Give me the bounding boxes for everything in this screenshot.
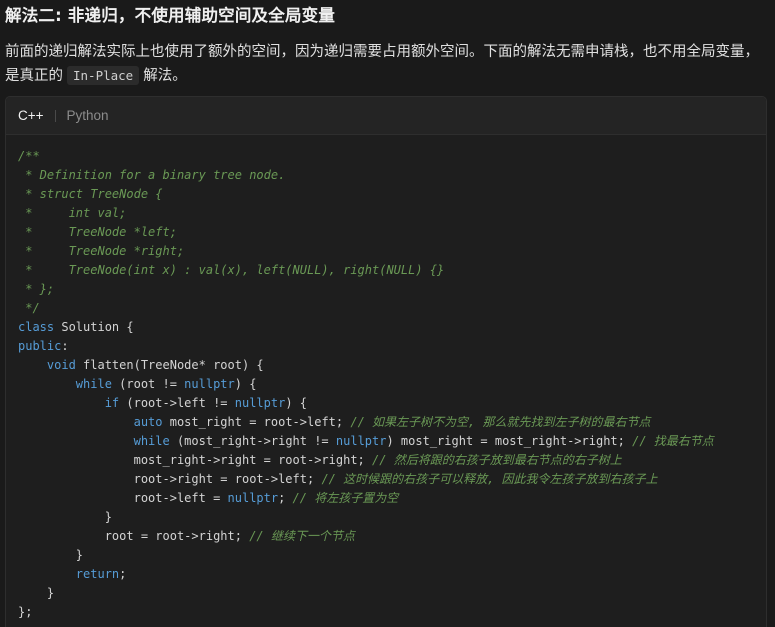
code-comment: // 如果左子树不为空, 那么就先找到左子树的最右节点: [350, 415, 651, 429]
code-comment: * int val;: [18, 206, 127, 220]
inline-code-in-place: In-Place: [67, 66, 140, 85]
code-keyword: class: [18, 320, 55, 334]
code-text: root->left =: [18, 491, 228, 505]
code-comment: // 然后将跟的右孩子放到最右节点的右子树上: [372, 453, 622, 467]
code-text: root = root->right;: [18, 529, 250, 543]
code-text: most_right->right = root->right;: [18, 453, 373, 467]
code-keyword: while: [75, 377, 112, 391]
code-line: root->left = nullptr; // 将左孩子置为空: [18, 489, 714, 508]
code-line: };: [18, 603, 714, 622]
code-line: * TreeNode *right;: [18, 242, 714, 261]
code-text: }: [18, 586, 55, 600]
code-text: }: [18, 510, 112, 524]
intro-text-part2: 解法。: [143, 68, 187, 84]
code-keyword: auto: [133, 415, 163, 429]
tab-python[interactable]: Python: [66, 108, 110, 123]
code-text: ;: [278, 491, 293, 505]
code-keyword: public: [18, 339, 62, 353]
code-keyword: return: [75, 567, 120, 581]
code-comment: /**: [18, 149, 40, 163]
code-line: auto most_right = root->left; // 如果左子树不为…: [18, 413, 714, 432]
section-title: 解法二: 非递归，不使用辅助空间及全局变量: [5, 6, 336, 25]
code-line: public:: [18, 337, 714, 356]
code-line: }: [18, 508, 714, 527]
code-keyword: void: [46, 358, 76, 372]
code-text: ) most_right = most_right->right;: [386, 434, 633, 448]
code-keyword: nullptr: [234, 396, 286, 410]
code-comment: * Definition for a binary tree node.: [18, 168, 286, 182]
code-comment: * struct TreeNode {: [18, 187, 163, 201]
code-line: return;: [18, 565, 714, 584]
code-keyword: nullptr: [227, 491, 279, 505]
code-comment: * TreeNode *left;: [18, 225, 177, 239]
code-text: root->right = root->left;: [18, 472, 322, 486]
code-comment: // 这时候跟的右孩子可以释放, 因此我令左孩子放到右孩子上: [321, 472, 658, 486]
code-line: while (most_right->right != nullptr) mos…: [18, 432, 714, 451]
code-comment: * TreeNode *right;: [18, 244, 185, 258]
code-line: void flatten(TreeNode* root) {: [18, 356, 714, 375]
code-text: flatten(TreeNode* root) {: [75, 358, 264, 372]
tab-divider: [54, 109, 56, 122]
code-comment: * };: [18, 282, 55, 296]
code-text: Solution {: [54, 320, 134, 334]
code-text: (root->left !=: [119, 396, 235, 410]
code-line: * struct TreeNode {: [18, 185, 714, 204]
code-text: most_right = root->left;: [162, 415, 351, 429]
code-keyword: while: [133, 434, 170, 448]
code-block: C++ Python /** * Definition for a binary…: [5, 96, 767, 627]
code-line: class Solution {: [18, 318, 714, 337]
code-text: };: [18, 605, 33, 619]
code-comment: // 将左孩子置为空: [292, 491, 399, 505]
code-text: ) {: [285, 396, 308, 410]
code-line: * int val;: [18, 204, 714, 223]
code-line: * TreeNode(int x) : val(x), left(NULL), …: [18, 261, 714, 280]
tab-cpp[interactable]: C++: [17, 108, 45, 123]
code-line: root = root->right; // 继续下一个节点: [18, 527, 714, 546]
code-keyword: nullptr: [335, 434, 387, 448]
code-content[interactable]: /** * Definition for a binary tree node.…: [18, 147, 714, 622]
code-line: most_right->right = root->right; // 然后将跟…: [18, 451, 714, 470]
code-text: (most_right->right !=: [169, 434, 336, 448]
code-line: * Definition for a binary tree node.: [18, 166, 714, 185]
code-line: }: [18, 546, 714, 565]
code-text: (root !=: [111, 377, 185, 391]
code-line: while (root != nullptr) {: [18, 375, 714, 394]
code-line: root->right = root->left; // 这时候跟的右孩子可以释…: [18, 470, 714, 489]
code-text: :: [61, 339, 69, 353]
code-line: * TreeNode *left;: [18, 223, 714, 242]
code-line: if (root->left != nullptr) {: [18, 394, 714, 413]
code-comment: */: [18, 301, 40, 315]
code-text: ;: [119, 567, 127, 581]
language-tabbar: C++ Python: [6, 97, 766, 135]
code-comment: // 找最右节点: [632, 434, 714, 448]
code-line: */: [18, 299, 714, 318]
code-text: ) {: [234, 377, 257, 391]
code-text: }: [18, 548, 84, 562]
code-keyword: nullptr: [184, 377, 235, 391]
code-comment: // 继续下一个节点: [249, 529, 355, 543]
code-comment: * TreeNode(int x) : val(x), left(NULL), …: [18, 263, 445, 277]
code-line: * };: [18, 280, 714, 299]
code-line: }: [18, 584, 714, 603]
code-line: /**: [18, 147, 714, 166]
intro-paragraph: 前面的递归解法实际上也使用了额外的空间，因为递归需要占用额外空间。下面的解法无需…: [5, 40, 771, 88]
code-keyword: if: [104, 396, 120, 410]
